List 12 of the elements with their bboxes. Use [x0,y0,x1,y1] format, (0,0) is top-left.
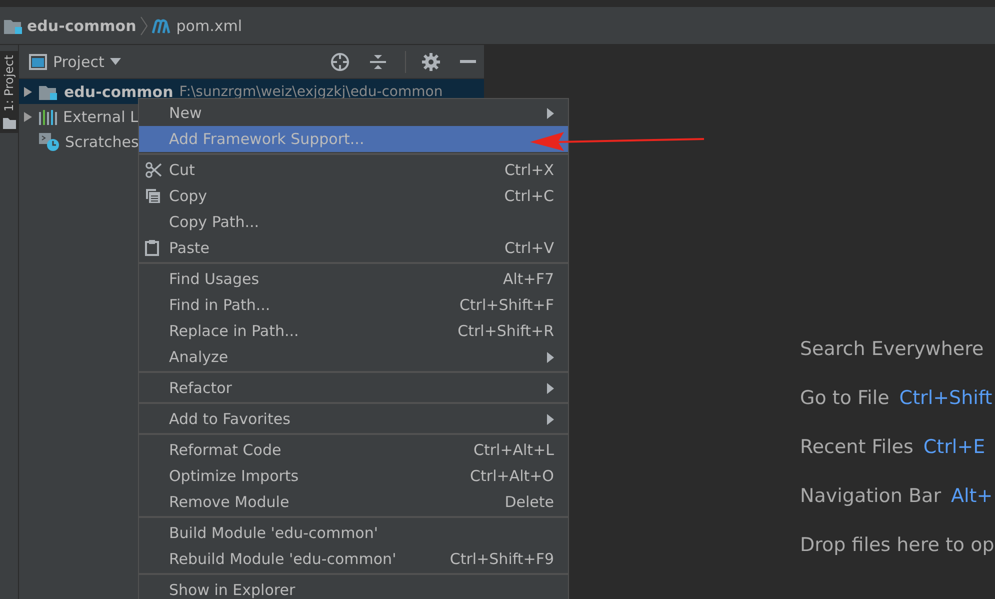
hint-label: Go to File [800,386,890,408]
hint-shortcut: Alt+ [951,484,993,506]
hint-shortcut: Ctrl+E [923,436,986,458]
tree-label: edu-common [64,82,174,100]
hint-label: Recent Files [800,436,914,458]
module-path: F:\sunzrgm\weiz\exjgzkj\edu-common [179,84,443,100]
tree-label: External L [63,108,138,126]
hint-label: Drop files here to op [800,534,994,556]
tree-label: Scratches [65,132,139,150]
hint-shortcut: Ctrl+Shift [899,386,992,408]
hint-label: Search Everywhere [800,338,984,360]
hint-label: Navigation Bar [800,484,942,506]
